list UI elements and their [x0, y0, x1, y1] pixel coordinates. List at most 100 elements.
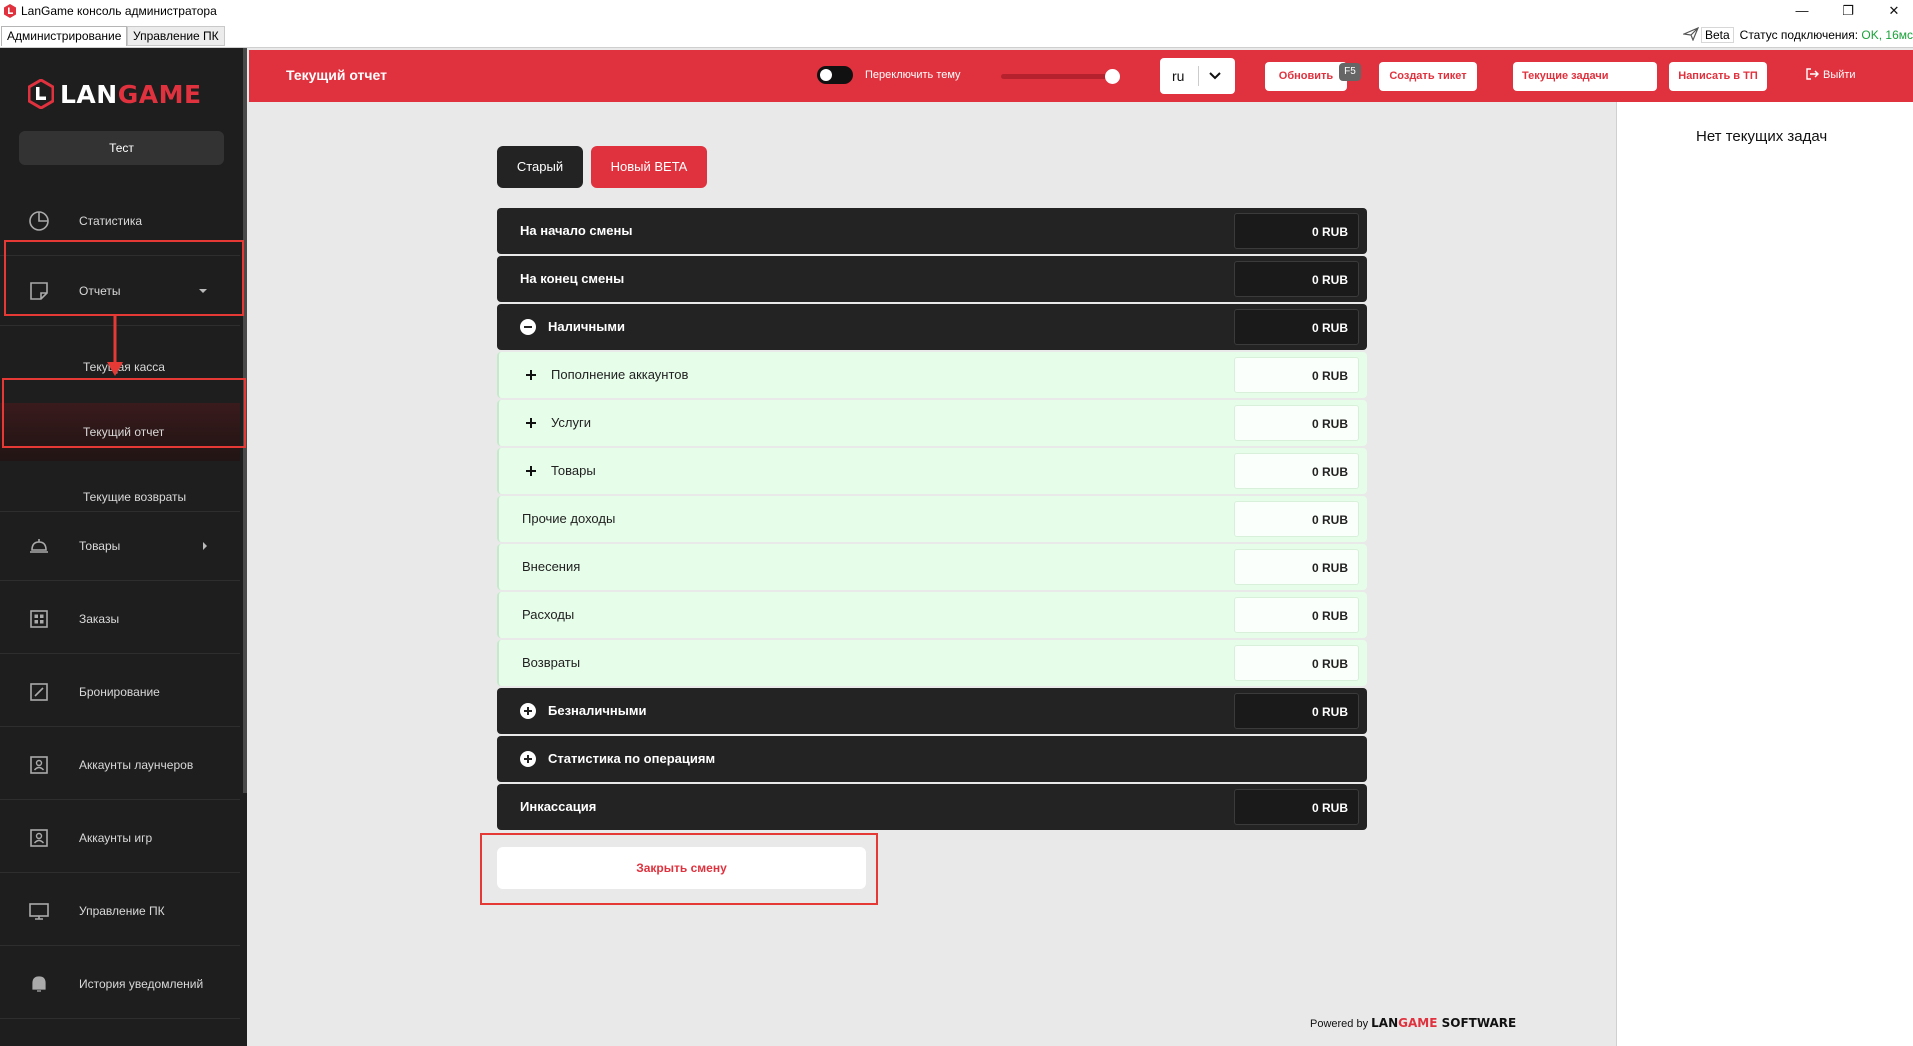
theme-toggle-label: Переключить тему	[865, 69, 961, 81]
sidebar-item-label: Товары	[79, 539, 121, 553]
language-select[interactable]: ru	[1160, 58, 1235, 94]
sidebar-item-notification-history[interactable]: История уведомлений	[0, 949, 240, 1019]
restore-button[interactable]: ❐	[1825, 0, 1871, 23]
refresh-button[interactable]: Обновить	[1265, 62, 1347, 91]
close-shift-button[interactable]: Закрыть смену	[497, 847, 866, 889]
connection-label: Статус подключения:	[1739, 28, 1859, 42]
refresh-shortcut-badge: F5	[1339, 63, 1361, 81]
beta-badge: Beta	[1700, 27, 1734, 43]
minimize-button[interactable]: —	[1779, 0, 1825, 23]
theme-toggle[interactable]	[817, 66, 853, 84]
sidebar-subitem-label: Текущие возвраты	[83, 490, 187, 504]
row-label: Возвраты	[522, 655, 581, 670]
edit-square-icon	[30, 682, 48, 701]
logout-button[interactable]: Выйти	[1805, 67, 1856, 81]
menu-bar: Администрирование Управление ПК Beta Стат…	[0, 23, 1913, 48]
tab-administration[interactable]: Администрирование	[1, 26, 128, 46]
row-value: 0 RUB	[1234, 597, 1359, 633]
logout-label: Выйти	[1823, 69, 1856, 81]
row-label: На конец смены	[520, 271, 625, 286]
sidebar-item-statistics[interactable]: Статистика	[0, 186, 240, 256]
report-row-goods[interactable]: Товары 0 RUB	[497, 448, 1367, 494]
close-window-button[interactable]: ✕	[1871, 0, 1913, 23]
account-icon	[30, 828, 48, 847]
report-row-expenses: Расходы 0 RUB	[497, 592, 1367, 638]
connection-status: Beta Статус подключения: OK, 16мс	[1682, 27, 1913, 43]
select-divider	[1198, 66, 1199, 86]
report-row-collection: Инкассация 0 RUB	[497, 784, 1367, 830]
row-value: 0 RUB	[1234, 501, 1359, 537]
monitor-icon	[29, 902, 49, 920]
sidebar-item-label: Заказы	[79, 611, 120, 626]
report-row-services[interactable]: Услуги 0 RUB	[497, 400, 1367, 446]
row-label: Пополнение аккаунтов	[551, 367, 689, 382]
main-content: Старый Новый BETA На начало смены 0 RUB …	[249, 102, 1616, 1046]
collapse-minus-icon[interactable]	[520, 319, 536, 335]
row-label: Наличными	[548, 319, 625, 334]
report-row-cashless[interactable]: Безналичными 0 RUB	[497, 688, 1367, 734]
window-title-bar: LanGame консоль администратора — ❐ ✕	[0, 0, 1913, 23]
row-value: 0 RUB	[1234, 789, 1359, 825]
sidebar-item-booking[interactable]: Бронирование	[0, 657, 240, 727]
report-row-operations-stats[interactable]: Статистика по операциям	[497, 736, 1367, 782]
row-label: Услуги	[551, 415, 591, 430]
sidebar-subitem-current-report[interactable]: Текущий отчет	[0, 403, 240, 461]
row-value: 0 RUB	[1234, 693, 1359, 729]
sidebar-item-goods[interactable]: Товары	[0, 511, 240, 581]
sidebar-item-launcher-accounts[interactable]: Аккаунты лаунчеров	[0, 730, 240, 800]
tab-new-beta-report[interactable]: Новый BETA	[591, 146, 707, 188]
row-value: 0 RUB	[1234, 645, 1359, 681]
row-label: Внесения	[522, 559, 581, 574]
row-value: 0 RUB	[1234, 405, 1359, 441]
tab-old-report[interactable]: Старый	[497, 146, 583, 188]
langame-logo: LANGAME	[28, 78, 202, 110]
sidebar-item-pc-management[interactable]: Управление ПК	[0, 876, 240, 946]
cloche-icon	[30, 539, 48, 553]
report-row-cash[interactable]: Наличными 0 RUB	[497, 304, 1367, 350]
window-title: LanGame консоль администратора	[21, 4, 217, 18]
sidebar-scrollbar[interactable]	[243, 48, 247, 793]
plane-icon	[1682, 27, 1699, 41]
grid-icon	[30, 609, 48, 628]
top-header: Текущий отчет Переключить тему ru Обнови…	[249, 50, 1913, 102]
row-value: 0 RUB	[1234, 213, 1359, 249]
sidebar-item-label: История уведомлений	[79, 976, 204, 991]
account-icon	[30, 755, 48, 774]
report-row-account-topup[interactable]: Пополнение аккаунтов 0 RUB	[497, 352, 1367, 398]
report-row-deposits: Внесения 0 RUB	[497, 544, 1367, 590]
row-label: Прочие доходы	[522, 511, 616, 526]
language-value: ru	[1172, 68, 1185, 84]
chevron-down-icon	[1209, 72, 1221, 80]
write-support-button[interactable]: Написать в ТП	[1669, 62, 1767, 91]
row-label: Безналичными	[548, 703, 647, 718]
expand-plus-circle-icon[interactable]	[520, 751, 536, 767]
annotation-arrow	[107, 316, 123, 376]
tasks-panel: Нет текущих задач	[1616, 102, 1913, 1046]
caret-right-icon	[203, 542, 207, 550]
brightness-slider[interactable]	[1001, 69, 1120, 84]
tab-pc-management[interactable]: Управление ПК	[127, 26, 225, 46]
report-table: На начало смены 0 RUB На конец смены 0 R…	[497, 208, 1367, 832]
expand-plus-circle-icon[interactable]	[520, 703, 536, 719]
logout-icon	[1806, 68, 1819, 80]
club-selector[interactable]: Тест	[19, 131, 224, 165]
sidebar-item-orders[interactable]: Заказы	[0, 584, 240, 654]
langame-logo-icon	[28, 79, 54, 109]
expand-plus-icon[interactable]	[525, 417, 537, 429]
report-row-returns: Возвраты 0 RUB	[497, 640, 1367, 686]
sidebar-item-label: Аккаунты игр	[79, 830, 153, 845]
create-ticket-button[interactable]: Создать тикет	[1379, 62, 1477, 91]
row-label: Расходы	[522, 607, 575, 622]
sidebar-item-label: Отчеты	[79, 283, 121, 298]
sidebar-item-label: Управление ПК	[79, 903, 165, 918]
no-tasks-message: Нет текущих задач	[1696, 128, 1828, 145]
expand-plus-icon[interactable]	[525, 369, 537, 381]
current-tasks-button[interactable]: Текущие задачи	[1513, 62, 1657, 91]
expand-plus-icon[interactable]	[525, 465, 537, 477]
row-value: 0 RUB	[1234, 309, 1359, 345]
row-value: 0 RUB	[1234, 261, 1359, 297]
toggle-knob	[820, 69, 832, 81]
slider-thumb[interactable]	[1105, 69, 1120, 84]
note-icon	[30, 281, 48, 300]
sidebar-item-game-accounts[interactable]: Аккаунты игр	[0, 803, 240, 873]
